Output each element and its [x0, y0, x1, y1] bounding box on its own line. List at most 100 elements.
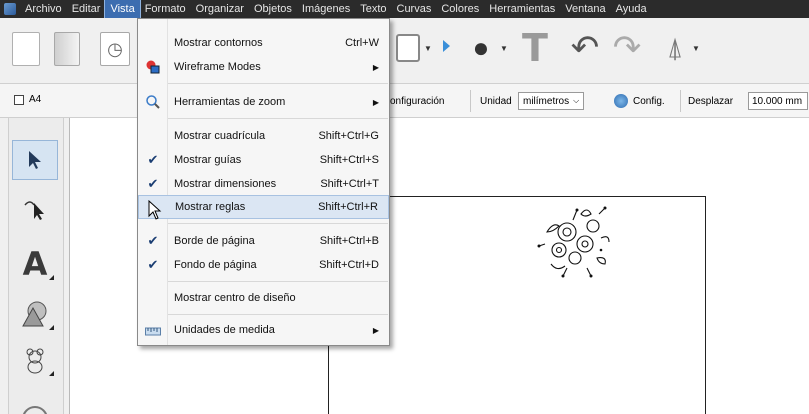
menu-item-show-outlines[interactable]: Mostrar contornos Ctrl+W [138, 31, 389, 55]
menu-item-page-background[interactable]: ✔ Fondo de página Shift+Ctrl+D [138, 253, 389, 277]
config-button-label: Config. [633, 95, 665, 107]
tool-panel: A [0, 118, 70, 414]
main-toolbar: ◷ ▼ ● ▼ T ↶ ↷ ⍋ ▼ [0, 18, 809, 84]
submenu-arrow-icon: ▶ [372, 325, 379, 335]
extra-tool[interactable] [12, 390, 58, 414]
menu-separator [168, 223, 388, 224]
menu-texto[interactable]: Texto [355, 0, 391, 18]
menu-gutter: ✔ [138, 229, 168, 253]
menu-formato[interactable]: Formato [140, 0, 191, 18]
menu-ventana[interactable]: Ventana [560, 0, 610, 18]
page-size-selector[interactable]: A4 [14, 94, 41, 105]
clipboard-icon[interactable] [396, 34, 420, 62]
menu-item-shortcut: Shift+Ctrl+R [318, 201, 378, 213]
rocket-icon[interactable]: ⍋ [660, 30, 690, 66]
menu-item-page-border[interactable]: ✔ Borde de página Shift+Ctrl+B [138, 229, 389, 253]
menu-item-zoom-tools[interactable]: Herramientas de zoom ▶ [138, 90, 389, 114]
apple-icon[interactable]: ● [464, 30, 498, 66]
menu-item-shortcut: Shift+Ctrl+B [319, 235, 379, 247]
apple-dropdown-icon[interactable]: ▼ [500, 44, 508, 53]
menu-separator [168, 281, 388, 282]
menu-ayuda[interactable]: Ayuda [611, 0, 652, 18]
menu-item-show-grid[interactable]: Mostrar cuadrícula Shift+Ctrl+G [138, 124, 389, 148]
menu-item-show-rulers[interactable]: Mostrar reglas Shift+Ctrl+R [138, 195, 389, 219]
clipboard-dropdown-icon[interactable]: ▼ [424, 44, 432, 53]
menu-item-measure-units[interactable]: Unidades de medida ▶ [138, 318, 389, 342]
letter-a-icon: A [22, 245, 48, 283]
menu-item-show-dimensions[interactable]: ✔ Mostrar dimensiones Shift+Ctrl+T [138, 172, 389, 196]
text-tool-icon[interactable]: T [518, 26, 552, 70]
checkmark-icon: ✔ [147, 233, 159, 249]
properties-toolbar: A4 onfiguración Unidad milímetros ⌵ Conf… [0, 84, 809, 118]
flower-clipart[interactable] [537, 202, 615, 280]
menu-colores[interactable]: Colores [436, 0, 484, 18]
rocket-dropdown-icon[interactable]: ▼ [692, 44, 700, 53]
menu-item-label: Borde de página [174, 235, 255, 247]
recent-document-icon[interactable]: ◷ [100, 32, 130, 66]
menu-item-label: Herramientas de zoom [174, 96, 286, 108]
menu-item-shortcut: Shift+Ctrl+D [319, 259, 379, 271]
node-edit-icon [24, 201, 44, 220]
menu-gutter [138, 55, 168, 79]
divider [680, 90, 681, 112]
menu-vista[interactable]: Vista [104, 0, 141, 19]
new-document-icon[interactable] [12, 32, 40, 66]
menu-item-label: Mostrar contornos [174, 37, 263, 49]
flyout-corner-icon [49, 275, 54, 280]
menu-gutter [138, 318, 168, 342]
move-label: Desplazar [688, 95, 734, 107]
select-tool[interactable] [12, 140, 58, 180]
pointer-arrow-icon [29, 151, 41, 169]
menu-item-label: Unidades de medida [174, 324, 275, 336]
clipart-tool[interactable] [12, 340, 58, 380]
menu-imagenes[interactable]: Imágenes [297, 0, 355, 18]
menu-item-wireframe-modes[interactable]: Wireframe Modes ▶ [138, 55, 389, 79]
menu-editar[interactable]: Editar [67, 0, 106, 18]
menu-item-label: Mostrar reglas [175, 201, 246, 213]
text-tool[interactable]: A [12, 244, 58, 284]
unit-select[interactable]: milímetros ⌵ [518, 92, 585, 110]
menu-item-show-design-center[interactable]: Mostrar centro de diseño [138, 286, 389, 310]
play-arrow-icon[interactable] [443, 40, 450, 52]
menu-herramientas[interactable]: Herramientas [484, 0, 560, 18]
menu-separator [168, 314, 388, 315]
undo-icon[interactable]: ↶ [566, 28, 604, 68]
divider [470, 90, 471, 112]
menu-gutter [138, 90, 168, 114]
redo-icon[interactable]: ↷ [608, 28, 646, 68]
submenu-arrow-icon: ▶ [372, 62, 379, 72]
menu-bar: Archivo Editar Vista Formato Organizar O… [0, 0, 809, 19]
menu-item-label: Fondo de página [174, 259, 257, 271]
chevron-down-icon: ⌵ [573, 96, 580, 105]
teddy-bear-icon [26, 348, 44, 374]
menu-separator [168, 83, 388, 84]
config-gear-icon [614, 94, 628, 108]
unit-label: Unidad [480, 95, 512, 107]
menu-item-show-guides[interactable]: ✔ Mostrar guías Shift+Ctrl+S [138, 148, 389, 172]
menu-gutter [138, 124, 168, 148]
app-icon[interactable] [4, 3, 16, 15]
shape-tool[interactable] [12, 294, 58, 334]
config-button[interactable]: Config. [614, 84, 665, 118]
menu-item-shortcut: Shift+Ctrl+T [320, 178, 379, 190]
menu-item-shortcut: Ctrl+W [345, 37, 379, 49]
unit-select-value: milímetros [523, 95, 570, 107]
menu-organizar[interactable]: Organizar [191, 0, 249, 18]
circle-tool-icon [23, 406, 47, 414]
menu-gutter: ✔ [138, 172, 168, 196]
menu-gutter [138, 286, 168, 310]
page-size-value: A4 [29, 94, 42, 105]
page-size-checkbox[interactable] [14, 94, 24, 105]
menu-item-shortcut: Shift+Ctrl+G [318, 130, 379, 142]
menu-curvas[interactable]: Curvas [392, 0, 437, 18]
checkmark-icon: ✔ [147, 152, 159, 168]
move-distance-field[interactable]: 10.000 mm [748, 92, 808, 110]
node-edit-tool[interactable] [12, 188, 58, 228]
page-config-label[interactable]: onfiguración [390, 84, 444, 118]
checkmark-icon: ✔ [147, 257, 159, 273]
menu-objetos[interactable]: Objetos [249, 0, 297, 18]
shapes-icon [22, 301, 47, 327]
open-document-icon[interactable] [54, 32, 80, 66]
menu-archivo[interactable]: Archivo [20, 0, 67, 18]
menu-item-label: Wireframe Modes [174, 61, 261, 73]
